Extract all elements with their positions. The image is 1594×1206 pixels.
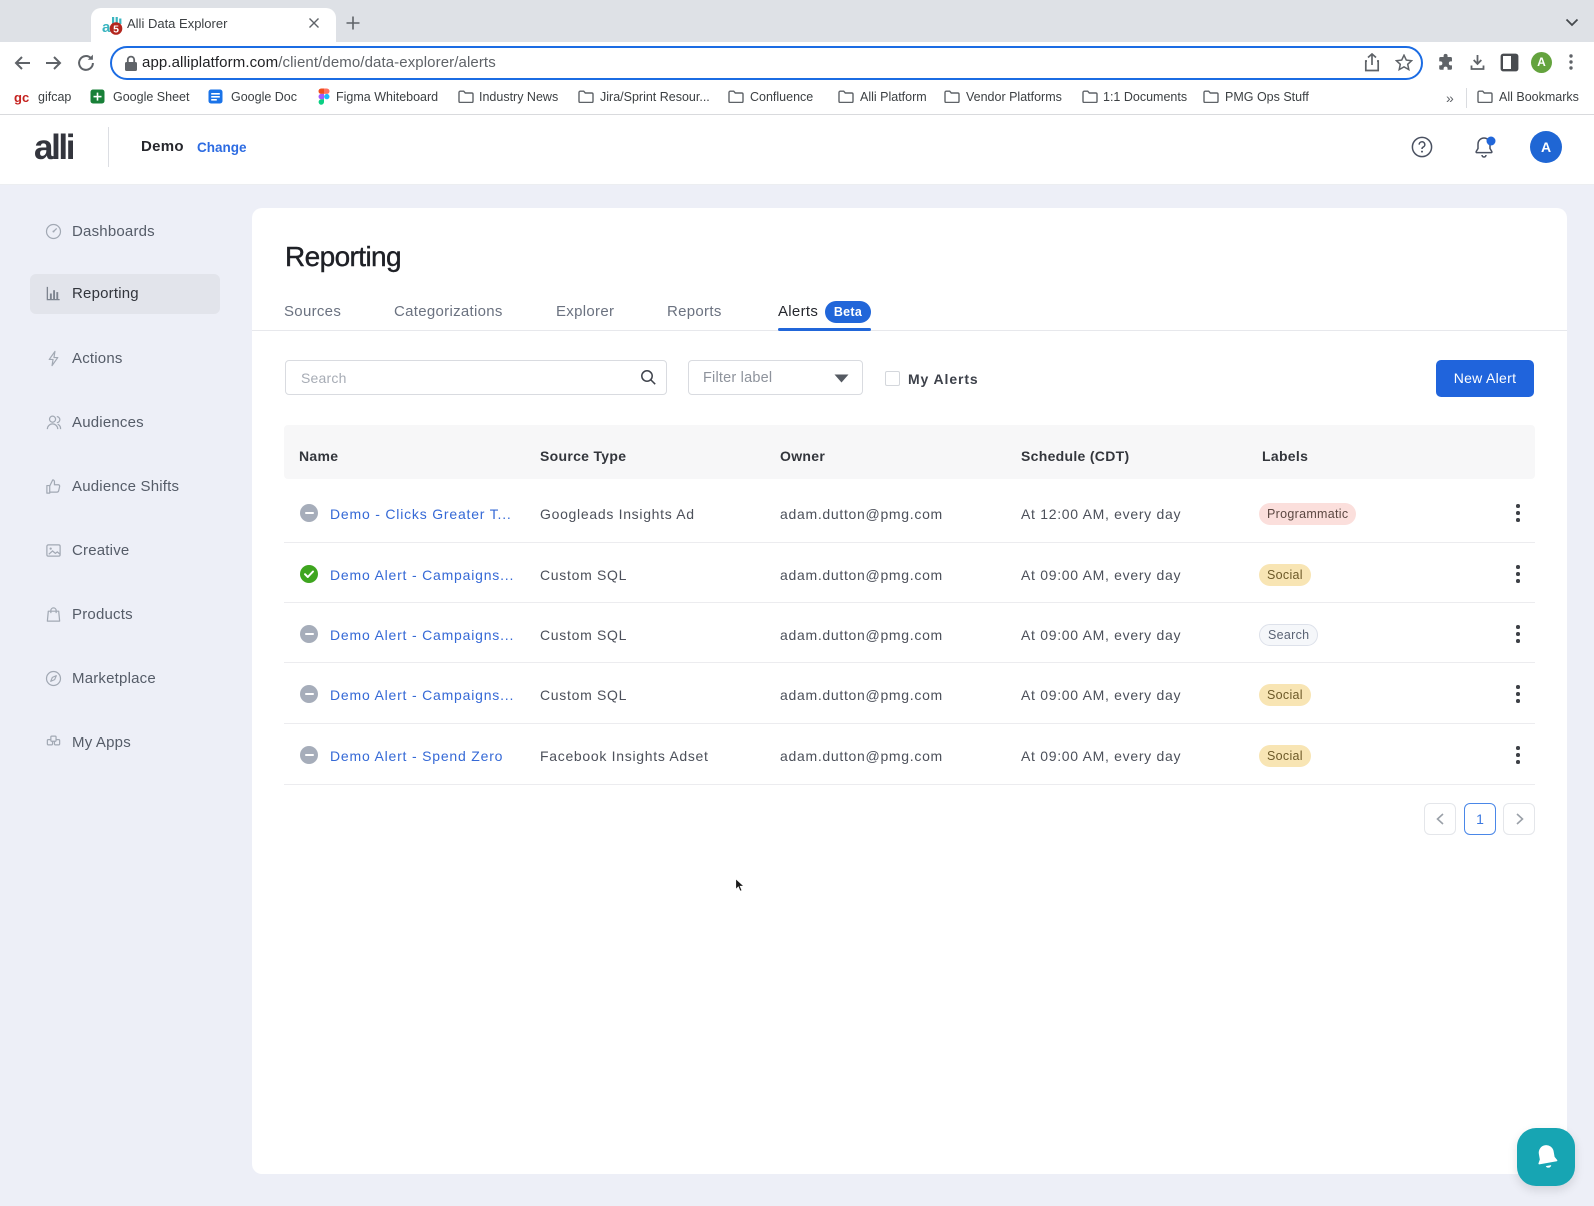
svg-text:5: 5	[113, 23, 119, 35]
svg-text:a: a	[102, 19, 111, 36]
